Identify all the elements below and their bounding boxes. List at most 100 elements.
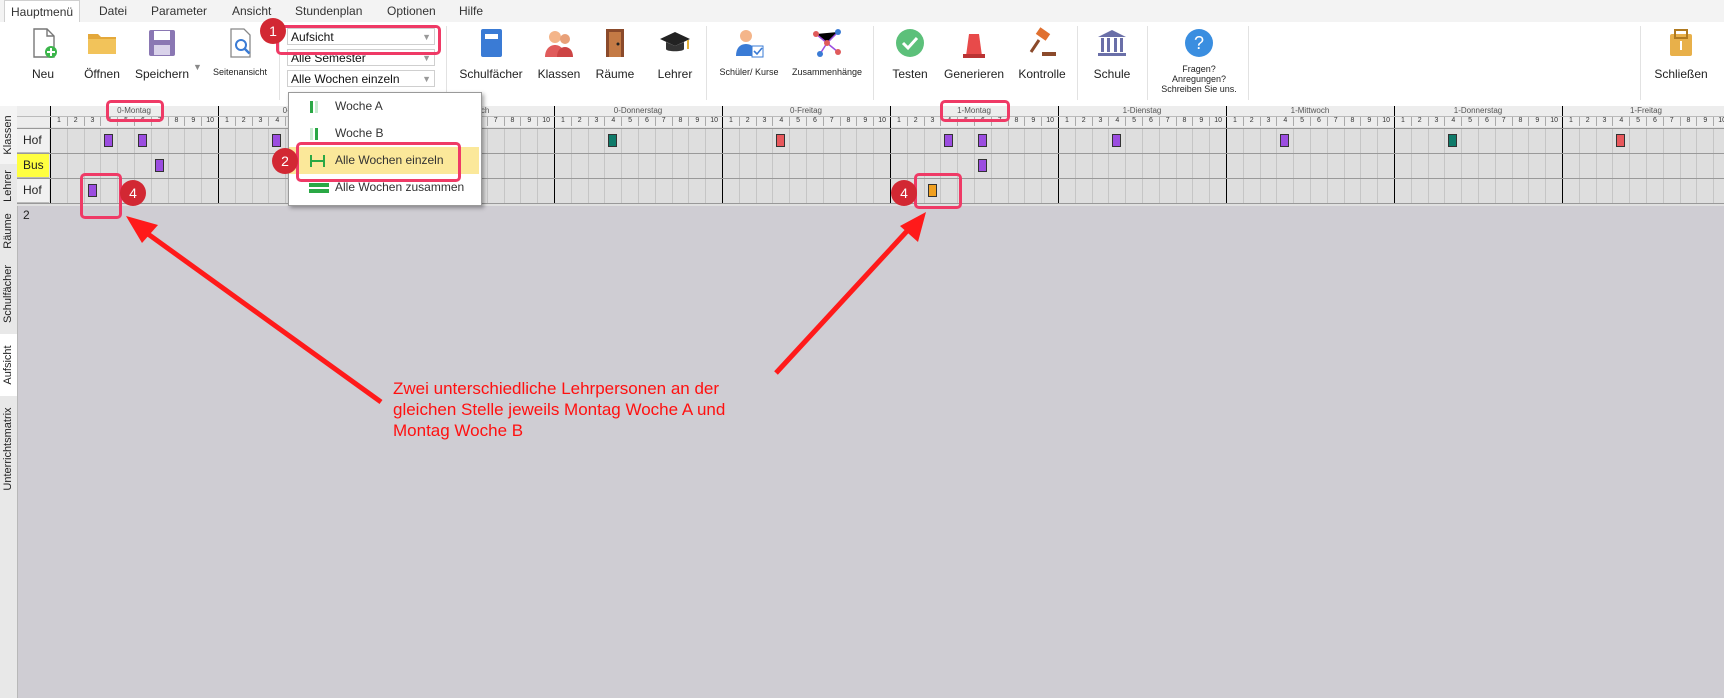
grid-cell[interactable]	[1259, 128, 1277, 153]
grid-cell[interactable]	[1578, 128, 1596, 153]
grid-cell[interactable]	[486, 153, 504, 178]
grid-cell[interactable]	[486, 178, 504, 203]
grid-cell[interactable]	[1410, 178, 1428, 203]
grid-cell[interactable]	[1125, 153, 1142, 178]
grid-cell[interactable]	[688, 178, 705, 203]
grid-cell[interactable]	[1696, 153, 1713, 178]
grid-cell[interactable]	[234, 153, 252, 178]
grid-cell[interactable]	[1259, 178, 1277, 203]
grid-cell[interactable]	[755, 178, 773, 203]
grid-cell[interactable]	[1444, 178, 1461, 203]
grid-cell[interactable]	[184, 128, 201, 153]
grid-cell[interactable]	[1242, 153, 1260, 178]
grid-cell[interactable]	[1494, 153, 1512, 178]
schedule-entry[interactable]	[138, 134, 147, 147]
schedule-entry[interactable]	[978, 159, 987, 172]
grid-cell[interactable]	[1595, 178, 1613, 203]
grid-cell[interactable]	[1175, 128, 1193, 153]
grid-cell[interactable]	[1091, 178, 1109, 203]
grid-cell[interactable]	[1209, 178, 1226, 203]
grid-cell[interactable]	[1242, 178, 1260, 203]
grid-cell[interactable]	[772, 178, 789, 203]
grid-cell[interactable]	[234, 178, 252, 203]
grid-cell[interactable]	[1427, 128, 1445, 153]
grid-cell[interactable]	[789, 128, 806, 153]
grid-cell[interactable]	[1074, 128, 1092, 153]
grid-cell[interactable]	[1410, 153, 1428, 178]
save-button[interactable]: Speichern	[135, 26, 189, 81]
schedule-entry[interactable]	[154, 159, 164, 172]
grid-cell[interactable]	[1293, 153, 1310, 178]
grid-cell[interactable]	[1696, 128, 1713, 153]
grid-cell[interactable]	[1528, 153, 1545, 178]
grid-cell[interactable]	[486, 128, 504, 153]
grid-cell[interactable]	[688, 128, 705, 153]
grid-cell[interactable]	[570, 178, 588, 203]
grid-cell[interactable]	[1058, 128, 1075, 153]
grid-cell[interactable]	[218, 178, 235, 203]
grid-cell[interactable]	[117, 128, 134, 153]
grid-cell[interactable]	[1646, 178, 1663, 203]
grid-cell[interactable]	[587, 178, 605, 203]
grid-cell[interactable]	[1142, 153, 1159, 178]
grid-cell[interactable]	[621, 178, 638, 203]
grid-cell[interactable]	[1427, 178, 1445, 203]
schedule-entry[interactable]	[978, 134, 987, 147]
grid-cell[interactable]	[806, 128, 823, 153]
menu-datei[interactable]: Datei	[93, 0, 133, 22]
grid-cell[interactable]	[772, 153, 789, 178]
menu-optionen[interactable]: Optionen	[381, 0, 442, 22]
grid-cell[interactable]	[554, 153, 571, 178]
test-button[interactable]: Testen	[890, 26, 930, 81]
grid-cell[interactable]	[1394, 178, 1411, 203]
grid-cell[interactable]	[1461, 153, 1478, 178]
grid-cell[interactable]	[1478, 178, 1495, 203]
grid-cell[interactable]	[66, 128, 84, 153]
grid-cell[interactable]	[856, 153, 873, 178]
grid-cell[interactable]	[638, 128, 655, 153]
grid-cell[interactable]	[1478, 128, 1495, 153]
grid-cell[interactable]	[503, 128, 521, 153]
schedule-entry[interactable]	[272, 134, 282, 147]
grid-cell[interactable]	[738, 178, 756, 203]
grid-cell[interactable]	[1276, 153, 1293, 178]
grid-cell[interactable]	[1326, 178, 1344, 203]
grid-cell[interactable]	[688, 153, 705, 178]
grid-cell[interactable]	[990, 178, 1008, 203]
grid-cell[interactable]	[1545, 178, 1562, 203]
close-button[interactable]: Schließen	[1650, 26, 1712, 81]
grid-cell[interactable]	[1427, 153, 1445, 178]
grid-cell[interactable]	[503, 153, 521, 178]
grid-cell[interactable]	[738, 153, 756, 178]
grid-cell[interactable]	[1713, 153, 1724, 178]
grid-cell[interactable]	[1007, 178, 1025, 203]
grid-cell[interactable]	[822, 153, 840, 178]
grid-cell[interactable]	[1444, 153, 1461, 178]
grid-cell[interactable]	[1192, 153, 1209, 178]
grid-cell[interactable]	[923, 128, 941, 153]
grid-cell[interactable]	[654, 153, 672, 178]
tab-klassen[interactable]: Klassen	[0, 106, 17, 164]
grid-cell[interactable]	[1058, 153, 1075, 178]
grid-cell[interactable]	[1595, 153, 1613, 178]
grid-cell[interactable]	[1377, 128, 1394, 153]
grid-cell[interactable]	[1696, 178, 1713, 203]
grid-cell[interactable]	[1377, 153, 1394, 178]
grid-cell[interactable]	[890, 153, 907, 178]
grid-cell[interactable]	[520, 178, 537, 203]
grid-cell[interactable]	[1209, 153, 1226, 178]
schedule-entry[interactable]	[1616, 134, 1626, 147]
grid-cell[interactable]	[722, 128, 739, 153]
grid-cell[interactable]	[1108, 153, 1125, 178]
schedule-entry[interactable]	[776, 134, 786, 147]
grid-cell[interactable]	[1293, 178, 1310, 203]
grid-cell[interactable]	[1259, 153, 1277, 178]
grid-cell[interactable]	[1461, 128, 1478, 153]
teachers-button[interactable]: Lehrer	[655, 26, 695, 81]
grid-cell[interactable]	[570, 128, 588, 153]
grid-cell[interactable]	[537, 128, 554, 153]
grid-cell[interactable]	[268, 178, 285, 203]
grid-cell[interactable]	[234, 128, 252, 153]
open-button[interactable]: Öffnen	[82, 26, 122, 81]
grid-cell[interactable]	[755, 128, 773, 153]
